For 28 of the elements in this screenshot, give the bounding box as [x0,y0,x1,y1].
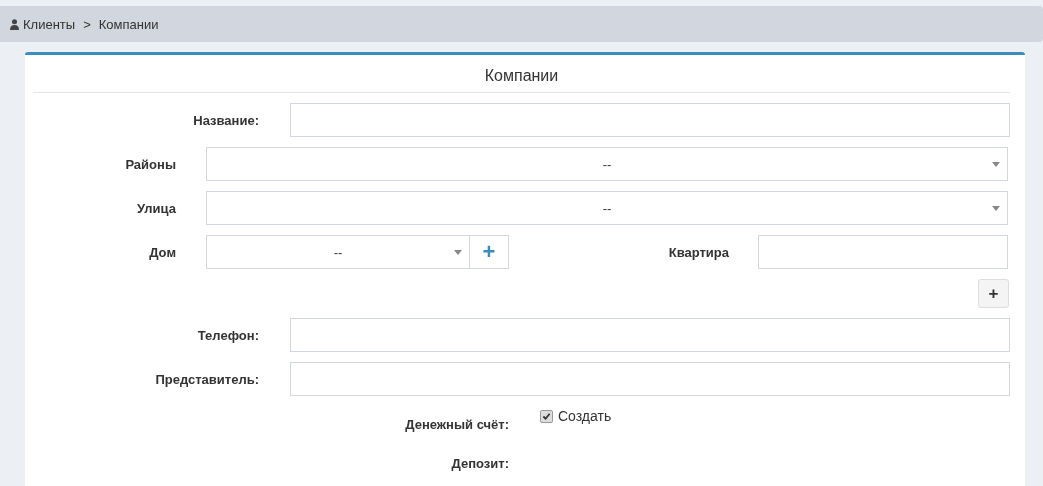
house-select[interactable]: -- [206,235,470,269]
breadcrumb-link[interactable]: Клиенты [23,16,76,32]
field-label: Название: [192,112,259,128]
user-icon [10,18,19,30]
field-label: Телефон: [196,327,259,343]
breadcrumb-separator: > [83,16,91,32]
field-label: Районы [124,156,176,172]
card-title: Компании [33,55,1010,93]
add-button[interactable]: + [978,279,1009,308]
phone-input[interactable] [290,318,1010,352]
district-select[interactable]: -- [206,147,1008,181]
field-label: Представитель: [154,371,259,387]
name-input[interactable] [290,103,1010,137]
add-house-button[interactable]: + [470,235,509,269]
caret-icon [454,250,462,255]
field-label: Депозит: [450,456,509,471]
field-label: Квартира [667,244,729,260]
caret-icon [992,162,1000,167]
checkbox[interactable] [540,409,553,423]
street-select[interactable]: -- [206,191,1008,225]
checkbox-label: Создать [558,408,612,424]
field-label: Дом [148,244,176,260]
apartment-input[interactable] [758,235,1008,269]
caret-icon [992,206,1000,211]
breadcrumb-current: Компании [98,16,159,32]
field-label: Улица [136,200,176,216]
field-label: Денежный счёт: [404,417,509,432]
representative-input[interactable] [290,362,1010,396]
